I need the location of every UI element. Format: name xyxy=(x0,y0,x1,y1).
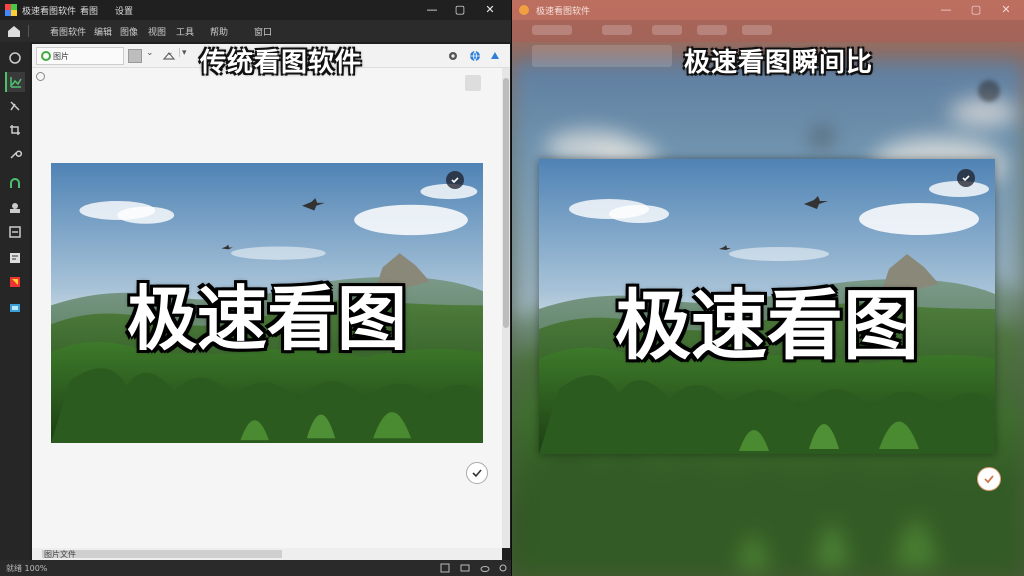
wrench-icon[interactable] xyxy=(5,144,25,164)
color-tool-icon[interactable] xyxy=(5,272,25,292)
close-icon[interactable]: ✕ xyxy=(476,0,504,20)
blurred-button-icon xyxy=(978,80,1000,102)
maximize-icon[interactable]: ▢ xyxy=(446,0,474,20)
home-icon[interactable] xyxy=(6,23,22,39)
menu-item-help[interactable]: 帮助 xyxy=(210,25,228,38)
image-overlay-text: 极速看图 xyxy=(127,278,407,360)
right-titlebar: 极速看图软件 — ▢ ✕ xyxy=(512,0,1024,20)
magnet-icon[interactable] xyxy=(5,174,25,194)
window-title: 极速看图软件 xyxy=(536,7,591,17)
app-logo-icon xyxy=(5,4,17,16)
image-overlay-text: 极速看图 xyxy=(615,281,919,370)
right-menubar xyxy=(512,20,1024,42)
check-icon[interactable] xyxy=(957,169,975,187)
minimize-icon[interactable]: — xyxy=(932,0,960,20)
layers-icon[interactable] xyxy=(5,222,25,242)
menu-settings[interactable]: 设置 xyxy=(115,4,133,17)
image-icon[interactable] xyxy=(460,563,470,573)
crop-tool-icon[interactable] xyxy=(5,120,25,140)
status-text: 就绪 100% xyxy=(6,564,48,573)
text-tool-icon[interactable] xyxy=(5,248,25,268)
caption-fast: 极速看图瞬间比 xyxy=(684,48,874,78)
tool-sidebar xyxy=(0,42,30,560)
google-icon xyxy=(41,51,51,61)
horizontal-scrollbar[interactable]: 图片文件 xyxy=(32,548,502,560)
color-swatch[interactable] xyxy=(128,49,142,63)
address-text: 图片 xyxy=(53,52,69,61)
check-icon[interactable] xyxy=(977,467,1001,491)
fast-viewer-window: 极速看图软件 — ▢ ✕ 极速看图瞬间比 极速看图 xyxy=(512,0,1024,576)
grid-icon[interactable] xyxy=(440,563,450,573)
globe-icon[interactable] xyxy=(468,49,482,63)
chevron-down-icon[interactable]: ⌄ xyxy=(146,48,154,58)
fit-screen-icon[interactable] xyxy=(465,75,481,91)
shape-icon[interactable] xyxy=(162,49,176,63)
settings-icon[interactable] xyxy=(498,563,508,573)
app-logo-icon xyxy=(519,5,529,15)
select-tool-icon[interactable] xyxy=(5,96,25,116)
settings-dot-icon[interactable] xyxy=(36,72,45,81)
address-field[interactable]: 图片 xyxy=(36,47,124,65)
close-icon[interactable]: ✕ xyxy=(992,0,1020,20)
image-canvas[interactable]: 极速看图 xyxy=(32,68,502,548)
check-icon[interactable] xyxy=(446,171,464,189)
toolbar-ghost xyxy=(532,45,672,67)
chart-tool-icon[interactable] xyxy=(5,72,25,92)
check-icon[interactable] xyxy=(466,462,488,484)
left-menubar: 看图软件 编辑 图像 视图 工具 帮助 窗口 xyxy=(0,20,512,42)
file-label: 图片文件 xyxy=(44,550,76,559)
cloud-icon[interactable] xyxy=(480,563,490,573)
vertical-scrollbar[interactable] xyxy=(502,68,510,548)
menu-item-window[interactable]: 窗口 xyxy=(254,25,272,38)
export-icon[interactable] xyxy=(5,298,25,318)
rotate-icon[interactable] xyxy=(5,48,25,68)
menu-item-software[interactable]: 看图软件 xyxy=(50,25,86,38)
photo-preview: 极速看图 xyxy=(539,159,995,454)
maximize-icon[interactable]: ▢ xyxy=(962,0,990,20)
minimize-icon[interactable]: — xyxy=(418,0,446,20)
menu-view[interactable]: 看图 xyxy=(80,4,98,17)
window-title: 极速看图软件 xyxy=(22,7,77,17)
caption-traditional: 传统看图软件 xyxy=(200,48,363,78)
menu-item-view[interactable]: 视图 xyxy=(148,25,166,38)
share-icon[interactable] xyxy=(488,49,502,63)
menu-item-edit[interactable]: 编辑 xyxy=(94,25,112,38)
status-bar: 就绪 100% xyxy=(0,560,512,576)
stamp-icon[interactable] xyxy=(5,198,25,218)
gear-icon[interactable] xyxy=(446,49,460,63)
traditional-viewer-window: 极速看图软件 看图 设置 — ▢ ✕ 看图软件 编辑 图像 视图 工具 帮助 窗… xyxy=(0,0,512,576)
menu-item-image[interactable]: 图像 xyxy=(120,25,138,38)
menu-item-tools[interactable]: 工具 xyxy=(176,25,194,38)
chevron-down-icon[interactable]: ▾ xyxy=(182,48,187,58)
photo-preview: 极速看图 xyxy=(51,163,483,443)
left-titlebar: 极速看图软件 看图 设置 — ▢ ✕ xyxy=(0,0,512,20)
